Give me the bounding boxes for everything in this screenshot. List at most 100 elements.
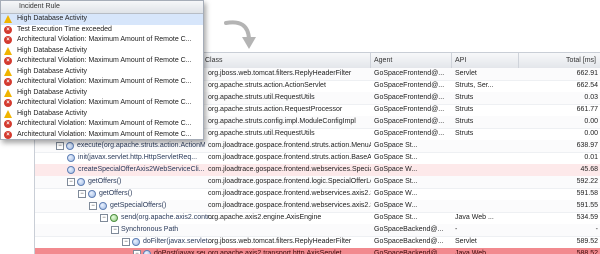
- method-icon: [67, 166, 75, 174]
- incident-rule-label: High Database Activity: [17, 88, 88, 96]
- error-icon: ×: [4, 130, 12, 139]
- column-total[interactable]: Total [ms]: [519, 53, 600, 68]
- incident-rule-label: Test Execution Time exceeded: [17, 25, 112, 33]
- cell-total: 638.97: [576, 142, 598, 149]
- method-name: Synchronous Path: [121, 226, 179, 233]
- incident-rule-item[interactable]: × Architectural Violation: Maximum Amount…: [1, 98, 203, 109]
- error-icon: ×: [4, 120, 12, 129]
- cell-api: -: [455, 226, 458, 233]
- method-icon: [110, 214, 118, 222]
- cell-class: [205, 224, 371, 236]
- tree-node: − getOffers(): [67, 176, 121, 188]
- cell-agent: GoSpace W...: [374, 190, 418, 197]
- cell-total: 588.52: [576, 250, 598, 254]
- incident-rule-item[interactable]: × Architectural Violation: Maximum Amount…: [1, 56, 203, 67]
- cell-class: org.jboss.web.tomcat.filters.ReplyHeader…: [208, 238, 352, 245]
- incident-rule-item[interactable]: × Test Execution Time exceeded: [1, 25, 203, 36]
- cell-total: 45.68: [580, 166, 598, 173]
- cell-api: [452, 176, 519, 188]
- column-agent[interactable]: Agent: [371, 53, 452, 68]
- cell-agent: GoSpaceFrontend@...: [374, 70, 445, 77]
- incident-rule-label: Architectural Violation: Maximum Amount …: [17, 99, 192, 106]
- cell-agent: GoSpace St...: [374, 214, 418, 221]
- cell-class: com.jloadtrace.gospace.frontend.logic.Sp…: [205, 176, 371, 188]
- cell-total: 662.91: [576, 70, 598, 77]
- cell-agent: GoSpace W...: [374, 166, 418, 173]
- cell-api: Struts: [455, 118, 474, 125]
- collapse-toggle-icon[interactable]: −: [111, 226, 119, 234]
- cell-api: Struts, Ser...: [455, 82, 494, 89]
- method-name: getSpecialOffers(): [110, 202, 167, 209]
- cell-class: org.apache.axis2.transport.http.AxisServ…: [205, 248, 371, 254]
- cell-class: com.jloadtrace.gospace.frontend.webservi…: [205, 164, 371, 176]
- tree-row[interactable]: − doPost(javax.servlet... org.apache.axis2…: [35, 248, 600, 254]
- cell-total: 662.54: [576, 82, 598, 89]
- cell-class: org.apache.struts.util.RequestUtils: [208, 130, 315, 137]
- cell-class: org.apache.axis2.engine.AxisEngine: [208, 214, 322, 221]
- cell-class: com.jloadtrace.gospace.frontend.webservi…: [208, 190, 371, 197]
- method-name: execute(org.apache.struts.action.ActionM…: [77, 142, 212, 149]
- collapse-toggle-icon[interactable]: −: [56, 142, 64, 150]
- cell-total: 589.52: [576, 238, 598, 245]
- cell-agent: GoSpaceBackend@...: [374, 226, 444, 233]
- incident-rule-list: High Database Activity × Test Execution Ti…: [1, 14, 203, 140]
- collapse-toggle-icon[interactable]: −: [133, 250, 141, 254]
- method-icon: [99, 202, 107, 210]
- method-icon: [66, 142, 74, 150]
- collapse-toggle-icon[interactable]: −: [100, 214, 108, 222]
- cell-api: Struts: [455, 130, 474, 137]
- tree-node: init(javax.servlet.http.HttpServletReq..…: [67, 152, 197, 164]
- cell-api: Java Web ...: [455, 250, 494, 254]
- incident-rule-label: Architectural Violation: Maximum Amount …: [17, 78, 192, 85]
- collapse-toggle-icon[interactable]: −: [67, 178, 75, 186]
- incident-rule-item[interactable]: High Database Activity: [1, 46, 203, 57]
- method-name: getOffers(): [88, 178, 122, 185]
- cell-agent: GoSpaceFrontend@...: [374, 106, 445, 113]
- collapse-toggle-icon[interactable]: −: [89, 202, 97, 210]
- cell-agent: GoSpaceFrontend@...: [374, 94, 445, 101]
- method-name: createSpecialOfferAxis2WebServiceCli...: [78, 166, 205, 173]
- incident-rule-header[interactable]: Incident Rule: [1, 1, 203, 14]
- method-icon: [77, 178, 85, 186]
- incident-rule-item[interactable]: × Architectural Violation: Maximum Amount…: [1, 77, 203, 88]
- cell-api: Struts: [455, 94, 474, 101]
- cell-class: org.apache.struts.util.RequestUtils: [205, 92, 371, 104]
- warning-icon: [4, 88, 12, 97]
- incident-rule-item[interactable]: High Database Activity: [1, 88, 203, 99]
- method-icon: [132, 238, 140, 246]
- incident-rule-item[interactable]: High Database Activity: [1, 109, 203, 120]
- tree-node: − Synchronous Path: [111, 224, 178, 236]
- incident-rule-label: High Database Activity: [17, 109, 88, 117]
- collapse-toggle-icon[interactable]: −: [122, 238, 130, 246]
- cell-api: Struts: [455, 106, 474, 113]
- method-icon: [143, 250, 151, 254]
- cell-agent: GoSpaceFrontend@...: [374, 82, 445, 89]
- cell-agent: GoSpace St...: [374, 178, 418, 185]
- cell-agent: GoSpaceBackend@...: [374, 250, 444, 254]
- method-name: getOffers(): [99, 190, 133, 197]
- cell-agent: GoSpaceFrontend@...: [374, 130, 445, 137]
- method-icon: [88, 190, 96, 198]
- collapse-toggle-icon[interactable]: −: [78, 190, 86, 198]
- cell-total: 0.00: [584, 130, 598, 137]
- column-api[interactable]: API: [452, 53, 519, 68]
- cell-class: com.jloadtrace.gospace.frontend.struts.a…: [208, 154, 371, 161]
- incident-rule-label: High Database Activity: [17, 46, 88, 54]
- method-name: doFilter(javax.servlet...: [143, 238, 214, 245]
- error-icon: ×: [4, 78, 12, 87]
- method-icon: [67, 154, 75, 162]
- incident-rule-item[interactable]: High Database Activity: [1, 67, 203, 78]
- incident-rule-item[interactable]: × Architectural Violation: Maximum Amount…: [1, 119, 203, 130]
- incident-rule-label: Architectural Violation: Maximum Amount …: [17, 57, 192, 64]
- cell-api: [452, 188, 519, 200]
- cell-api: Servlet: [455, 70, 477, 77]
- incident-rule-item[interactable]: × Architectural Violation: Maximum Amount…: [1, 130, 203, 140]
- incident-rule-item[interactable]: High Database Activity: [1, 14, 203, 25]
- cell-api: [452, 200, 519, 212]
- warning-icon: [4, 46, 12, 55]
- error-icon: ×: [4, 25, 12, 34]
- tree-node: − getSpecialOffers(): [89, 200, 166, 212]
- error-icon: ×: [4, 57, 12, 66]
- incident-rule-item[interactable]: × Architectural Violation: Maximum Amount…: [1, 35, 203, 46]
- method-name: init(javax.servlet.http.HttpServletReq..…: [78, 154, 198, 161]
